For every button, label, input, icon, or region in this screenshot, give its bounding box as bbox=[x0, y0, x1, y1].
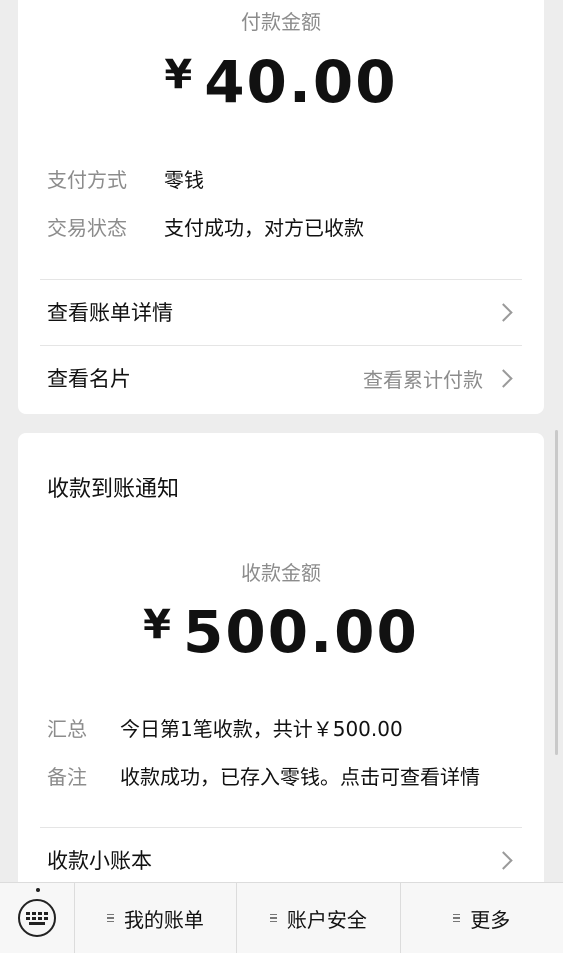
receipt-amount: ¥500.00 bbox=[18, 598, 544, 666]
view-card-row[interactable]: 查看名片 查看累计付款 bbox=[18, 346, 544, 410]
menu-account-security-label: 账户安全 bbox=[286, 907, 367, 932]
currency-symbol: ¥ bbox=[143, 602, 173, 648]
summary-row: 汇总 今日第1笔收款，共计￥500.00 bbox=[47, 713, 403, 742]
menu-my-bills[interactable]: 我的账单 bbox=[73, 883, 236, 953]
payment-amount: ¥40.00 bbox=[18, 48, 544, 116]
menu-list-icon bbox=[106, 913, 114, 923]
receipt-amount-value: 500.00 bbox=[183, 598, 419, 666]
keyboard-indicator-dot bbox=[36, 888, 40, 892]
keyboard-toggle-button[interactable] bbox=[0, 883, 74, 953]
view-bill-details-label: 查看账单详情 bbox=[47, 301, 173, 325]
note-key: 备注 bbox=[47, 765, 87, 789]
menu-more-label: 更多 bbox=[470, 907, 511, 932]
receipt-amount-label: 收款金额 bbox=[241, 561, 321, 585]
keyboard-icon bbox=[17, 899, 56, 937]
payment-method-value: 零钱 bbox=[164, 168, 204, 192]
payment-amount-value: 40.00 bbox=[204, 48, 398, 116]
note-value: 收款成功，已存入零钱。点击可查看详情 bbox=[120, 765, 480, 789]
chevron-right-icon bbox=[494, 850, 513, 870]
transaction-status-row: 交易状态 支付成功，对方已收款 bbox=[47, 212, 364, 241]
summary-key: 汇总 bbox=[47, 717, 87, 741]
view-card-label: 查看名片 bbox=[47, 367, 131, 391]
menu-my-bills-label: 我的账单 bbox=[123, 907, 204, 932]
summary-value: 今日第1笔收款，共计￥500.00 bbox=[120, 717, 403, 741]
payment-amount-label: 付款金额 bbox=[241, 10, 321, 34]
payment-method-key: 支付方式 bbox=[47, 168, 127, 192]
receipt-card-title: 收款到账通知 bbox=[47, 477, 180, 502]
menu-list-icon bbox=[453, 913, 461, 923]
receipt-notification-card[interactable]: 收款到账通知 收款金额 ¥500.00 汇总 今日第1笔收款，共计￥500.00 … bbox=[18, 433, 544, 903]
scrollbar[interactable] bbox=[555, 430, 558, 755]
chevron-right-icon bbox=[494, 368, 513, 388]
currency-symbol: ¥ bbox=[164, 52, 195, 98]
menu-account-security[interactable]: 账户安全 bbox=[236, 883, 399, 953]
transaction-status-key: 交易状态 bbox=[47, 216, 127, 240]
view-bill-details-row[interactable]: 查看账单详情 bbox=[18, 280, 544, 344]
menu-list-icon bbox=[269, 913, 277, 923]
transaction-status-value: 支付成功，对方已收款 bbox=[164, 216, 364, 240]
payment-method-row: 支付方式 零钱 bbox=[47, 164, 204, 193]
menu-more[interactable]: 更多 bbox=[399, 883, 563, 953]
bottom-menu-bar: 我的账单 账户安全 更多 bbox=[0, 882, 563, 953]
payment-card: 付款金额 ¥40.00 支付方式 零钱 交易状态 支付成功，对方已收款 查看账单详情… bbox=[18, 0, 544, 414]
note-row: 备注 收款成功，已存入零钱。点击可查看详情 bbox=[47, 761, 480, 790]
receipt-ledger-label: 收款小账本 bbox=[47, 849, 152, 873]
view-cumulative-payment-label: 查看累计付款 bbox=[363, 367, 483, 392]
chevron-right-icon bbox=[494, 302, 513, 322]
